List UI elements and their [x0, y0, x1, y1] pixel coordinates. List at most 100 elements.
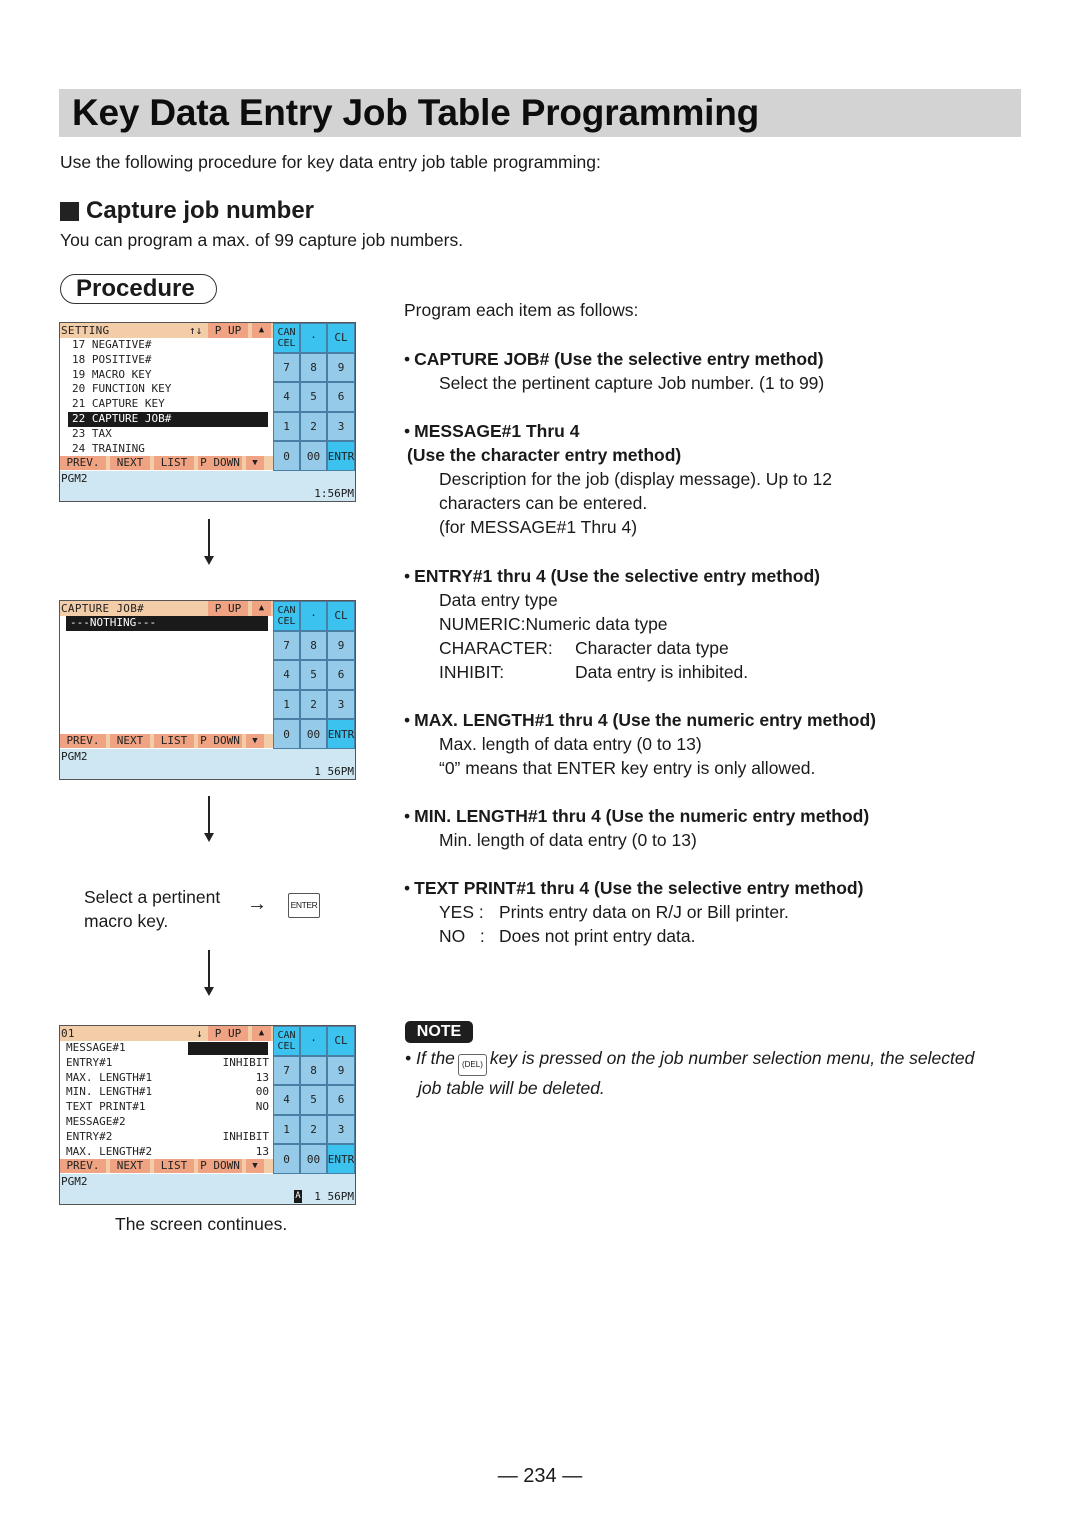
- enter-key[interactable]: ENTR: [327, 1144, 355, 1174]
- key-0[interactable]: 0: [273, 441, 300, 471]
- instruction-desc: Description for the job (display message…: [439, 469, 832, 489]
- page-down-button[interactable]: P DOWN: [198, 1159, 242, 1173]
- key-00[interactable]: 00: [300, 441, 327, 471]
- cancel-key[interactable]: CAN CEL: [273, 1026, 300, 1056]
- prev-button[interactable]: PREV.: [60, 1159, 106, 1173]
- prev-button[interactable]: PREV.: [60, 456, 106, 470]
- option-value: Prints entry data on R/J or Bill printer…: [499, 902, 789, 922]
- key-5[interactable]: 5: [300, 660, 327, 690]
- field-row[interactable]: ENTRY#1 INHIBIT: [60, 1056, 271, 1071]
- menu-item[interactable]: 17 NEGATIVE#: [60, 338, 271, 353]
- clear-key[interactable]: CL: [327, 1026, 355, 1056]
- key-00[interactable]: 00: [300, 719, 327, 749]
- cancel-key[interactable]: CAN CEL: [273, 323, 300, 353]
- key-5[interactable]: 5: [300, 1085, 327, 1115]
- page-up-button[interactable]: P UP: [208, 323, 248, 338]
- down-arrow-icon: [204, 950, 214, 996]
- status-bar: PGM2 1 56PM: [60, 749, 355, 779]
- instruction-item-capture-job: • CAPTURE JOB# (Use the selective entry m…: [404, 347, 824, 395]
- key-9[interactable]: 9: [327, 630, 355, 661]
- key-7[interactable]: 7: [273, 630, 300, 661]
- page-up-button[interactable]: P UP: [208, 601, 248, 616]
- key-0[interactable]: 0: [273, 1144, 300, 1174]
- page-up-button[interactable]: P UP: [208, 1026, 248, 1041]
- key-9[interactable]: 9: [327, 352, 355, 383]
- key-3[interactable]: 3: [327, 1114, 355, 1145]
- key-1[interactable]: 1: [273, 689, 300, 720]
- scroll-down-button[interactable]: ▼: [246, 456, 264, 470]
- menu-item[interactable]: 24 TRAINING: [60, 442, 271, 457]
- scroll-up-button[interactable]: ▲: [252, 1026, 271, 1041]
- scroll-up-button[interactable]: ▲: [252, 601, 271, 616]
- list-button[interactable]: LIST: [154, 734, 194, 748]
- next-button[interactable]: NEXT: [110, 1159, 150, 1173]
- key-9[interactable]: 9: [327, 1055, 355, 1086]
- clear-key[interactable]: CL: [327, 601, 355, 631]
- option-row: NUMERIC: Numeric data type: [404, 612, 820, 636]
- key-6[interactable]: 6: [327, 660, 355, 690]
- menu-item[interactable]: 19 MACRO KEY: [60, 368, 271, 383]
- field-value: INHIBIT: [222, 1055, 269, 1069]
- instruction-heading-text: MESSAGE#1 Thru 4: [414, 421, 580, 441]
- key-4[interactable]: 4: [273, 382, 300, 412]
- page-down-button[interactable]: P DOWN: [198, 456, 242, 470]
- scroll-down-button[interactable]: ▼: [246, 734, 264, 748]
- page-down-button[interactable]: P DOWN: [198, 734, 242, 748]
- field-row[interactable]: TEXT PRINT#1 NO: [60, 1100, 271, 1115]
- next-button[interactable]: NEXT: [110, 456, 150, 470]
- scroll-arrows-icon: ↑↓: [189, 324, 203, 337]
- field-row[interactable]: MAX. LENGTH#1 13: [60, 1071, 271, 1086]
- menu-list: 17 NEGATIVE# 18 POSITIVE# 19 MACRO KEY 2…: [60, 338, 271, 456]
- enter-key[interactable]: ENTR: [327, 441, 355, 471]
- dot-key[interactable]: ·: [300, 323, 327, 353]
- field-row[interactable]: MESSAGE#1: [60, 1041, 271, 1056]
- dot-key[interactable]: ·: [300, 601, 327, 631]
- scroll-up-button[interactable]: ▲: [252, 323, 271, 338]
- prev-button[interactable]: PREV.: [60, 734, 106, 748]
- clear-key[interactable]: CL: [327, 323, 355, 353]
- down-arrow-icon: [204, 796, 214, 842]
- field-row[interactable]: ENTRY#2 INHIBIT: [60, 1130, 271, 1145]
- key-00[interactable]: 00: [300, 1144, 327, 1174]
- list-button[interactable]: LIST: [154, 456, 194, 470]
- key-0[interactable]: 0: [273, 719, 300, 749]
- instruction-item-text-print: • TEXT PRINT#1 thru 4 (Use the selective …: [404, 876, 863, 948]
- key-3[interactable]: 3: [327, 689, 355, 720]
- scroll-down-button[interactable]: ▼: [246, 1159, 264, 1173]
- message-input-cursor[interactable]: [188, 1042, 268, 1055]
- field-value: NO: [255, 1100, 269, 1114]
- key-1[interactable]: 1: [273, 411, 300, 442]
- key-6[interactable]: 6: [327, 382, 355, 412]
- key-2[interactable]: 2: [300, 689, 327, 720]
- enter-key[interactable]: ENTR: [327, 719, 355, 749]
- next-button[interactable]: NEXT: [110, 734, 150, 748]
- key-4[interactable]: 4: [273, 1085, 300, 1115]
- field-row[interactable]: MESSAGE#2: [60, 1115, 271, 1130]
- cancel-key[interactable]: CAN CEL: [273, 601, 300, 631]
- field-row[interactable]: MIN. LENGTH#1 00: [60, 1085, 271, 1100]
- key-5[interactable]: 5: [300, 382, 327, 412]
- key-8[interactable]: 8: [300, 1055, 327, 1086]
- key-6[interactable]: 6: [327, 1085, 355, 1115]
- key-1[interactable]: 1: [273, 1114, 300, 1145]
- field-row[interactable]: MAX. LENGTH#2 13: [60, 1145, 271, 1160]
- menu-item[interactable]: 23 TAX: [60, 427, 271, 442]
- key-8[interactable]: 8: [300, 352, 327, 383]
- menu-item[interactable]: 20 FUNCTION KEY: [60, 382, 271, 397]
- note-line1: • If the (DEL) key is pressed on the job n…: [405, 1046, 1030, 1076]
- key-3[interactable]: 3: [327, 411, 355, 442]
- key-7[interactable]: 7: [273, 1055, 300, 1086]
- key-2[interactable]: 2: [300, 1114, 327, 1145]
- key-4[interactable]: 4: [273, 660, 300, 690]
- key-7[interactable]: 7: [273, 352, 300, 383]
- menu-item[interactable]: 18 POSITIVE#: [60, 353, 271, 368]
- menu-item[interactable]: 21 CAPTURE KEY: [60, 397, 271, 412]
- key-8[interactable]: 8: [300, 630, 327, 661]
- list-button[interactable]: LIST: [154, 1159, 194, 1173]
- option-key: NUMERIC:: [439, 614, 526, 634]
- field-label: MESSAGE#1: [66, 1041, 126, 1054]
- key-2[interactable]: 2: [300, 411, 327, 442]
- menu-item-selected[interactable]: 22 CAPTURE JOB#: [68, 411, 268, 427]
- list-item-selected[interactable]: ---NOTHING---: [66, 616, 268, 631]
- dot-key[interactable]: ·: [300, 1026, 327, 1056]
